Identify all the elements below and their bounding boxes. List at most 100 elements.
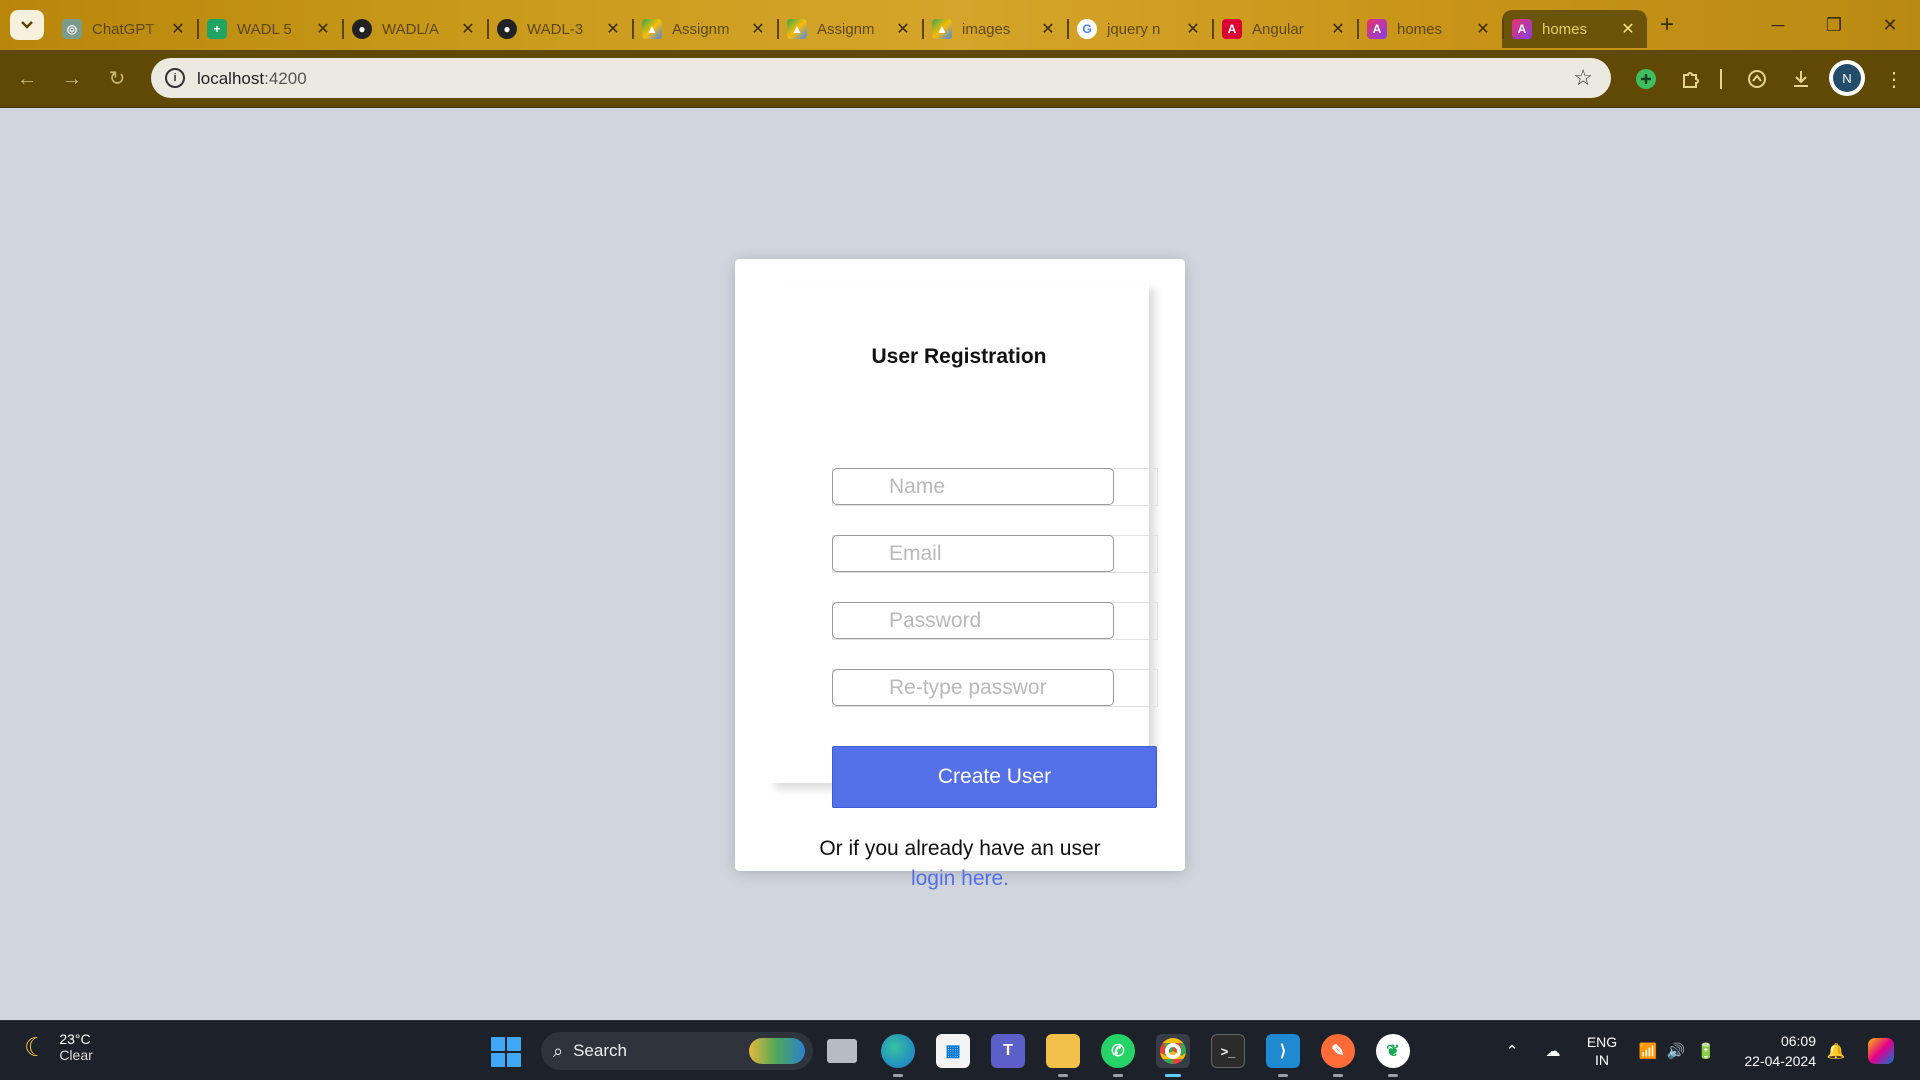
tab-title: homes [1397, 20, 1443, 38]
bookmark-star-icon[interactable]: ☆ [1573, 65, 1593, 91]
address-bar[interactable]: i localhost:4200 ☆ [151, 58, 1611, 98]
tab-title: Assignm [817, 20, 875, 38]
extension-add-icon[interactable] [1631, 64, 1661, 94]
copilot-logo [1868, 1038, 1894, 1064]
tab-assignment-1[interactable]: ▲ Assignm ✕ [632, 10, 777, 48]
close-tab-icon[interactable]: ✕ [1329, 19, 1347, 39]
github-icon: ● [497, 19, 517, 39]
close-tab-icon[interactable]: ✕ [604, 19, 622, 39]
tab-assignment-2[interactable]: ▲ Assignm ✕ [777, 10, 922, 48]
search-highlight-icon [749, 1038, 805, 1064]
password-input[interactable] [832, 602, 1114, 639]
edge-icon[interactable] [881, 1034, 915, 1077]
toolbar-divider [1718, 64, 1724, 94]
mongodb-compass-icon[interactable]: ❦ [1376, 1034, 1410, 1077]
download-icon[interactable] [1786, 64, 1816, 94]
close-tab-icon[interactable]: ✕ [314, 19, 332, 39]
close-tab-icon[interactable]: ✕ [1184, 19, 1202, 39]
tab-homes[interactable]: A homes ✕ [1357, 10, 1502, 48]
language-line2: IN [1595, 1052, 1609, 1068]
performance-icon[interactable] [1742, 64, 1772, 94]
clock-date: 22-04-2024 [1744, 1053, 1816, 1069]
close-tab-icon[interactable]: ✕ [459, 19, 477, 39]
clock[interactable]: 06:09 22-04-2024 [1736, 1031, 1816, 1071]
login-link[interactable]: login here. [735, 867, 1185, 891]
whatsapp-icon[interactable]: ✆ [1101, 1034, 1135, 1077]
page-viewport: User Registration Create User Or if you … [0, 108, 1920, 1020]
create-user-button[interactable]: Create User [832, 746, 1157, 808]
name-field [832, 468, 1158, 506]
restore-button[interactable]: ❐ [1806, 0, 1862, 50]
tab-wadl-3[interactable]: ● WADL-3 ✕ [487, 10, 632, 48]
onedrive-icon[interactable]: ☁ [1538, 1021, 1568, 1080]
weather-widget[interactable]: ☾ 23°C Clear [24, 1031, 93, 1063]
registration-form: User Registration Create User [769, 283, 1158, 808]
new-tab-button[interactable]: + [1652, 10, 1682, 40]
notification-bell-icon[interactable]: 🔔 [1824, 1021, 1848, 1080]
login-prompt-text: Or if you already have an user [819, 837, 1101, 860]
taskbar: ☾ 23°C Clear ⌕ Search ▦ T ✆ >_ ⟩ ✎ ❦ ⌃ ☁… [0, 1020, 1920, 1080]
drive-icon: ▲ [787, 19, 807, 39]
tab-title: homes [1542, 20, 1588, 38]
store-icon[interactable]: ▦ [936, 1034, 970, 1068]
search-icon: ⌕ [553, 1040, 564, 1061]
teams-icon[interactable]: T [991, 1034, 1025, 1068]
close-tab-icon[interactable]: ✕ [1619, 19, 1637, 39]
name-input[interactable] [832, 468, 1114, 505]
wifi-icon[interactable]: 📶 [1636, 1021, 1660, 1080]
back-button[interactable]: ← [12, 64, 42, 94]
reload-button[interactable]: ↻ [102, 64, 132, 94]
minimize-button[interactable]: ─ [1750, 0, 1806, 50]
email-input[interactable] [832, 535, 1114, 572]
weather-temp: 23°C [59, 1031, 91, 1047]
kebab-menu-icon[interactable]: ⋮ [1879, 64, 1909, 94]
battery-icon[interactable]: 🔋 [1694, 1021, 1718, 1080]
postman-icon[interactable]: ✎ [1321, 1034, 1355, 1077]
url-text: localhost:4200 [197, 69, 307, 89]
tab-angular[interactable]: A Angular ✕ [1212, 10, 1357, 48]
forward-button[interactable]: → [57, 64, 87, 94]
angular-icon: A [1222, 19, 1242, 39]
close-window-button[interactable]: ✕ [1862, 0, 1918, 50]
tab-title: jquery n [1107, 20, 1161, 38]
search-label: Search [573, 1041, 627, 1060]
tab-wadl-a[interactable]: ● WADL/A ✕ [342, 10, 487, 48]
tab-wadl-5[interactable]: + WADL 5 ✕ [197, 10, 342, 48]
tab-title: images [962, 20, 1011, 38]
close-tab-icon[interactable]: ✕ [1474, 19, 1492, 39]
weather-condition: Clear [59, 1047, 93, 1063]
chrome-icon[interactable] [1156, 1034, 1190, 1077]
copilot-icon[interactable] [1864, 1021, 1898, 1080]
browser-toolbar: ← → ↻ i localhost:4200 ☆ N ⋮ [0, 50, 1920, 108]
extensions-puzzle-icon[interactable] [1676, 64, 1706, 94]
tab-title: WADL 5 [237, 20, 292, 38]
tab-images[interactable]: ▲ images ✕ [922, 10, 1067, 48]
chrome-logo [1160, 1038, 1186, 1064]
tab-chatgpt[interactable]: ◎ ChatGPT ✕ [52, 10, 197, 48]
tab-homes-active[interactable]: A homes ✕ [1502, 10, 1647, 48]
moon-icon: ☾ [24, 1031, 48, 1062]
windows-start-icon[interactable] [491, 1037, 521, 1067]
retype-password-input[interactable] [832, 669, 1114, 706]
tab-search-button[interactable] [10, 10, 44, 40]
taskbar-search[interactable]: ⌕ Search [541, 1032, 813, 1070]
file-explorer-icon[interactable] [1046, 1034, 1080, 1077]
url-host: localhost [197, 69, 265, 88]
close-tab-icon[interactable]: ✕ [749, 19, 767, 39]
vscode-icon[interactable]: ⟩ [1266, 1034, 1300, 1077]
google-icon: G [1077, 19, 1097, 39]
close-tab-icon[interactable]: ✕ [1039, 19, 1057, 39]
close-tab-icon[interactable]: ✕ [894, 19, 912, 39]
volume-icon[interactable]: 🔊 [1664, 1021, 1688, 1080]
profile-avatar[interactable]: N [1829, 60, 1865, 96]
terminal-icon[interactable]: >_ [1211, 1034, 1245, 1068]
language-indicator[interactable]: ENG IN [1578, 1021, 1626, 1080]
site-info-icon[interactable]: i [165, 68, 185, 88]
angular-icon: A [1367, 19, 1387, 39]
tab-strip: ◎ ChatGPT ✕ + WADL 5 ✕ ● WADL/A ✕ ● WADL… [0, 0, 1920, 50]
sheets-icon: + [207, 19, 227, 39]
show-hidden-icons-icon[interactable]: ⌃ [1500, 1021, 1524, 1080]
tab-jquery[interactable]: G jquery n ✕ [1067, 10, 1212, 48]
close-tab-icon[interactable]: ✕ [169, 19, 187, 39]
task-view-icon[interactable] [827, 1039, 857, 1063]
